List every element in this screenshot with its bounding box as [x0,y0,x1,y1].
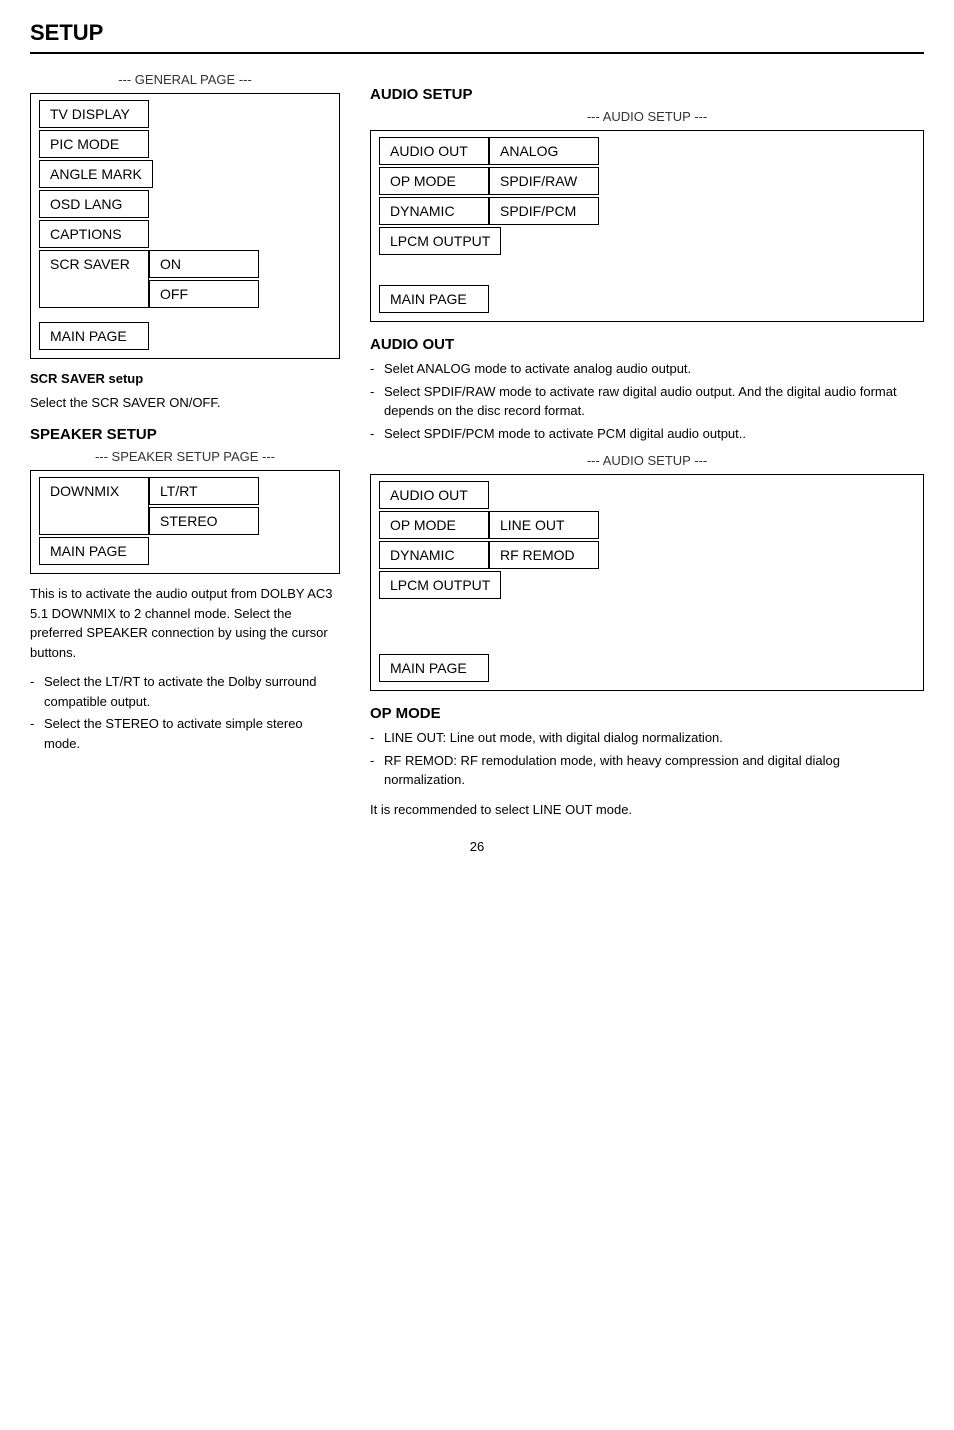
speaker-setup-title: SPEAKER SETUP [30,426,340,443]
table-row: MAIN PAGE [39,322,331,350]
table-row: LPCM OUTPUT [379,227,915,255]
speaker-main-page[interactable]: MAIN PAGE [39,537,149,565]
audio-setup-first-box: AUDIO OUT ANALOG OP MODE SPDIF/RAW DYNAM… [370,130,924,322]
downmix-item[interactable]: DOWNMIX [39,477,149,535]
table-row: OP MODE LINE OUT [379,511,915,539]
downmix-options: LT/RT STEREO [149,477,259,535]
table-row: CAPTIONS [39,220,331,248]
scr-saver-on[interactable]: ON [149,250,259,278]
audio-setup-main-page-1[interactable]: MAIN PAGE [379,285,489,313]
lpcm-output-2[interactable]: LPCM OUTPUT [379,571,501,599]
captions-item[interactable]: CAPTIONS [39,220,149,248]
table-row: SCR SAVER ON OFF [39,250,331,308]
scr-saver-off[interactable]: OFF [149,280,259,308]
dynamic-1[interactable]: DYNAMIC [379,197,489,225]
op-mode-bullets: LINE OUT: Line out mode, with digital di… [370,728,924,790]
table-row: PIC MODE [39,130,331,158]
rf-remod-option[interactable]: RF REMOD [489,541,599,569]
speaker-menu-box: DOWNMIX LT/RT STEREO MAIN PAGE [30,470,340,574]
table-row: AUDIO OUT ANALOG [379,137,915,165]
scr-saver-body: Select the SCR SAVER ON/OFF. [30,393,340,413]
table-row: AUDIO OUT [379,481,915,509]
spdif-raw-option[interactable]: SPDIF/RAW [489,167,599,195]
table-row: ANGLE MARK [39,160,331,188]
table-row: MAIN PAGE [379,285,915,313]
audio-out-title: AUDIO OUT [370,336,924,353]
audio-out-bullets: Selet ANALOG mode to activate analog aud… [370,359,924,443]
dynamic-2[interactable]: DYNAMIC [379,541,489,569]
table-row: DYNAMIC RF REMOD [379,541,915,569]
table-row: OP MODE SPDIF/RAW [379,167,915,195]
scr-saver-description: SCR SAVER setup Select the SCR SAVER ON/… [30,369,340,412]
spdif-pcm-option[interactable]: SPDIF/PCM [489,197,599,225]
right-column: AUDIO SETUP --- AUDIO SETUP --- AUDIO OU… [370,72,924,829]
left-column: --- GENERAL PAGE --- TV DISPLAY PIC MODE… [30,72,340,829]
audio-setup-first-label: --- AUDIO SETUP --- [370,109,924,124]
lt-rt-option[interactable]: LT/RT [149,477,259,505]
table-row: TV DISPLAY [39,100,331,128]
scr-saver-item[interactable]: SCR SAVER [39,250,149,308]
table-row: DYNAMIC SPDIF/PCM [379,197,915,225]
audio-setup-title: AUDIO SETUP [370,86,924,103]
stereo-option[interactable]: STEREO [149,507,259,535]
list-item: LINE OUT: Line out mode, with digital di… [370,728,924,748]
page-title: SETUP [30,20,924,54]
osd-lang-item[interactable]: OSD LANG [39,190,149,218]
list-item: Selet ANALOG mode to activate analog aud… [370,359,924,379]
op-mode-2[interactable]: OP MODE [379,511,489,539]
op-mode-title: OP MODE [370,705,924,722]
list-item: Select the LT/RT to activate the Dolby s… [30,672,340,711]
audio-out-1[interactable]: AUDIO OUT [379,137,489,165]
speaker-bullets: Select the LT/RT to activate the Dolby s… [30,672,340,753]
list-item: Select the STEREO to activate simple ste… [30,714,340,753]
op-mode-note: It is recommended to select LINE OUT mod… [370,800,924,820]
scr-saver-options: ON OFF [149,250,259,308]
list-item: RF REMOD: RF remodulation mode, with hea… [370,751,924,790]
table-row: DOWNMIX LT/RT STEREO [39,477,331,535]
audio-setup-main-page-2[interactable]: MAIN PAGE [379,654,489,682]
angle-mark-item[interactable]: ANGLE MARK [39,160,153,188]
audio-setup-second-box: AUDIO OUT OP MODE LINE OUT DYNAMIC RF RE… [370,474,924,691]
table-row: LPCM OUTPUT [379,571,915,599]
general-page-label: --- GENERAL PAGE --- [30,72,340,87]
analog-option[interactable]: ANALOG [489,137,599,165]
list-item: Select SPDIF/PCM mode to activate PCM di… [370,424,924,444]
tv-display-item[interactable]: TV DISPLAY [39,100,149,128]
speaker-desc-body: This is to activate the audio output fro… [30,584,340,662]
table-row: OSD LANG [39,190,331,218]
general-menu-box: TV DISPLAY PIC MODE ANGLE MARK OSD LANG … [30,93,340,359]
line-out-option[interactable]: LINE OUT [489,511,599,539]
speaker-page-label: --- SPEAKER SETUP PAGE --- [30,449,340,464]
op-mode-1[interactable]: OP MODE [379,167,489,195]
audio-out-2[interactable]: AUDIO OUT [379,481,489,509]
table-row: MAIN PAGE [379,654,915,682]
table-row: MAIN PAGE [39,537,331,565]
scr-saver-title: SCR SAVER setup [30,371,143,386]
speaker-description: This is to activate the audio output fro… [30,584,340,662]
audio-setup-second-label: --- AUDIO SETUP --- [370,453,924,468]
list-item: Select SPDIF/RAW mode to activate raw di… [370,382,924,421]
general-main-page[interactable]: MAIN PAGE [39,322,149,350]
lpcm-output-1[interactable]: LPCM OUTPUT [379,227,501,255]
pic-mode-item[interactable]: PIC MODE [39,130,149,158]
page-number: 26 [30,839,924,854]
